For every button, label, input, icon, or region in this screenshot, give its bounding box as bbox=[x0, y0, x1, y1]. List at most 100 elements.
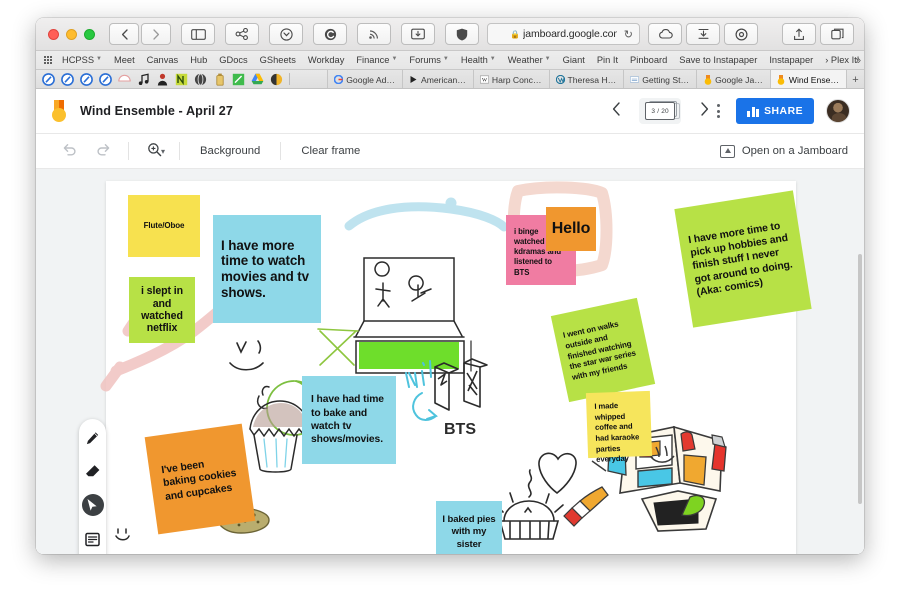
redo-icon[interactable] bbox=[86, 143, 120, 159]
tabs-icon[interactable] bbox=[820, 23, 854, 45]
sticky-note-flute-oboe[interactable]: Flute/Oboe bbox=[128, 195, 200, 257]
clear-frame-button[interactable]: Clear frame bbox=[289, 145, 372, 157]
undo-icon[interactable] bbox=[52, 143, 86, 159]
bookmark-finance[interactable]: Finance ▼ bbox=[350, 55, 403, 65]
pocket-icon[interactable] bbox=[269, 23, 303, 45]
sidebar-icon[interactable] bbox=[181, 23, 215, 45]
tab-theresa-h[interactable]: Theresa H… bbox=[548, 70, 624, 88]
tool-palette[interactable] bbox=[79, 419, 106, 554]
bookmark-workday[interactable]: Workday bbox=[302, 55, 351, 65]
extension-icon-2[interactable] bbox=[58, 72, 77, 87]
next-frame-button[interactable] bbox=[695, 102, 713, 120]
download-icon[interactable] bbox=[686, 23, 720, 45]
extension-icon-notes[interactable] bbox=[172, 72, 191, 87]
sticky-note-hello[interactable]: Hello bbox=[546, 207, 596, 251]
bookmark-hcpss[interactable]: HCPSS ▼ bbox=[56, 55, 108, 65]
extension-icon-umbrella[interactable] bbox=[115, 72, 134, 87]
address-bar[interactable]: 🔒 jamboard.google.com/d/1O9bcfwXMr3Y5ER4… bbox=[487, 23, 640, 45]
extension-icon-globe[interactable] bbox=[191, 72, 210, 87]
bookmark-save-to-instapaper[interactable]: Save to Instapaper bbox=[673, 55, 763, 65]
share-button[interactable]: SHARE bbox=[736, 98, 814, 124]
sticky-note-slept-in[interactable]: i slept in and watched netflix bbox=[129, 277, 195, 343]
frame-counter-button[interactable]: 3 / 20 bbox=[639, 98, 682, 124]
bookmark-meet[interactable]: Meet bbox=[108, 55, 141, 65]
open-on-jamboard-button[interactable]: Open on a Jamboard bbox=[719, 144, 848, 158]
navigation-buttons[interactable] bbox=[109, 23, 171, 45]
instapaper-icon[interactable] bbox=[401, 23, 435, 45]
zoom-caret-icon[interactable]: ▾ bbox=[161, 147, 165, 156]
window-controls[interactable] bbox=[44, 28, 105, 40]
extension-tab-strip[interactable]: Google Ad… American… W Harp Conc… Theres… bbox=[36, 70, 864, 89]
bookmark-pinboard[interactable]: Pinboard bbox=[624, 55, 673, 65]
sticky-note-tool[interactable] bbox=[83, 529, 103, 549]
apps-grid-icon[interactable] bbox=[44, 56, 52, 64]
extension-icon-gdrive[interactable] bbox=[248, 72, 267, 87]
bookmark-weather[interactable]: Weather ▼ bbox=[502, 55, 557, 65]
extension-icon-green[interactable] bbox=[229, 72, 248, 87]
extension-icon-user[interactable] bbox=[153, 72, 172, 87]
bookmark-instapaper[interactable]: Instapaper bbox=[763, 55, 819, 65]
bookmarks-bar[interactable]: HCPSS ▼ Meet Canvas Hub GDocs GSheets Wor… bbox=[36, 51, 864, 70]
kebab-menu-icon[interactable] bbox=[713, 102, 724, 119]
titlebar-right-icons[interactable] bbox=[648, 23, 856, 45]
select-tool[interactable] bbox=[81, 494, 104, 516]
bookmark-canvas[interactable]: Canvas bbox=[141, 55, 185, 65]
bookmark-health[interactable]: Health ▼ bbox=[455, 55, 502, 65]
back-button[interactable] bbox=[109, 23, 139, 45]
bookmark-pin-it[interactable]: Pin It bbox=[591, 55, 624, 65]
tab-google-jamboard[interactable]: Google Ja… bbox=[696, 70, 770, 88]
frame-navigation[interactable]: 3 / 20 bbox=[607, 98, 713, 124]
vertical-scrollbar[interactable] bbox=[858, 254, 862, 504]
bookmarks-overflow-button[interactable]: » bbox=[855, 55, 861, 66]
sticky-note-walks-starwars[interactable]: I went on walks outside and finished wat… bbox=[550, 297, 656, 403]
shield-icon[interactable] bbox=[445, 23, 479, 45]
bookmark-gdocs[interactable]: GDocs bbox=[213, 55, 253, 65]
minimize-window-button[interactable] bbox=[66, 28, 77, 40]
sticky-note-watch-movies[interactable]: I have more time to watch movies and tv … bbox=[213, 215, 321, 323]
tab-wind-ensemble[interactable]: Wind Ense… bbox=[769, 70, 846, 88]
avatar[interactable] bbox=[826, 99, 850, 123]
tab-strip[interactable]: Google Ad… American… W Harp Conc… Theres… bbox=[327, 70, 864, 88]
reload-icon[interactable]: ↻ bbox=[624, 28, 633, 41]
share-icon[interactable] bbox=[225, 23, 259, 45]
bookmark-gsheets[interactable]: GSheets bbox=[254, 55, 302, 65]
tab-getting-started[interactable]: Getting St… bbox=[623, 70, 697, 88]
sticky-note-hobbies-comics[interactable]: I have more time to pick up hobbies and … bbox=[674, 190, 812, 328]
tab-harp-concerto[interactable]: W Harp Conc… bbox=[472, 70, 549, 88]
page-title[interactable]: Wind Ensemble - April 27 bbox=[80, 104, 233, 118]
cloud-icon[interactable] bbox=[648, 23, 682, 45]
bookmark-giant[interactable]: Giant bbox=[557, 55, 591, 65]
pen-tool[interactable] bbox=[83, 428, 103, 448]
eraser-tool[interactable] bbox=[83, 461, 103, 481]
bookmark-hub[interactable]: Hub bbox=[184, 55, 213, 65]
sticky-note-bake-watch-tv[interactable]: I have had time to bake and watch tv sho… bbox=[302, 376, 396, 464]
extension-icon-battery[interactable] bbox=[210, 72, 229, 87]
extension-icon-3[interactable] bbox=[77, 72, 96, 87]
bookmark-forums[interactable]: Forums ▼ bbox=[403, 55, 454, 65]
extension-icon-music[interactable] bbox=[134, 72, 153, 87]
sticky-note-baked-pies[interactable]: I baked pies with my sister bbox=[436, 501, 502, 554]
sticky-note-whipped-coffee[interactable]: I made whipped coffee and had karaoke pa… bbox=[585, 390, 653, 464]
upload-icon[interactable] bbox=[782, 23, 816, 45]
doc-icon bbox=[630, 75, 640, 84]
zoom-in-icon[interactable] bbox=[137, 142, 171, 160]
evernote-icon[interactable] bbox=[313, 23, 347, 45]
extension-icon-moon[interactable] bbox=[267, 72, 286, 87]
forward-button[interactable] bbox=[141, 23, 171, 45]
extension-icon-1[interactable] bbox=[39, 72, 58, 87]
prev-frame-button[interactable] bbox=[607, 102, 625, 120]
sticky-note-baking-cookies[interactable]: I've been baking cookies and cupcakes bbox=[144, 423, 256, 535]
background-button[interactable]: Background bbox=[188, 145, 272, 157]
close-window-button[interactable] bbox=[48, 28, 59, 40]
extension-icon-4[interactable] bbox=[96, 72, 115, 87]
maximize-window-button[interactable] bbox=[84, 28, 95, 40]
jamboard-canvas[interactable]: BTS Flute/Oboe I have more time to watch… bbox=[100, 181, 812, 554]
gear-icon[interactable] bbox=[724, 23, 758, 45]
tab-google-ads[interactable]: Google Ad… bbox=[327, 70, 402, 88]
new-tab-button[interactable]: + bbox=[846, 70, 864, 88]
rss-icon[interactable] bbox=[357, 23, 391, 45]
canvas-area[interactable]: BTS Flute/Oboe I have more time to watch… bbox=[36, 169, 864, 554]
tab-american[interactable]: American… bbox=[401, 70, 473, 88]
header-actions[interactable]: SHARE bbox=[713, 98, 850, 124]
app-toolbar[interactable]: ▾ Background Clear frame Open on a Jambo… bbox=[36, 134, 864, 169]
